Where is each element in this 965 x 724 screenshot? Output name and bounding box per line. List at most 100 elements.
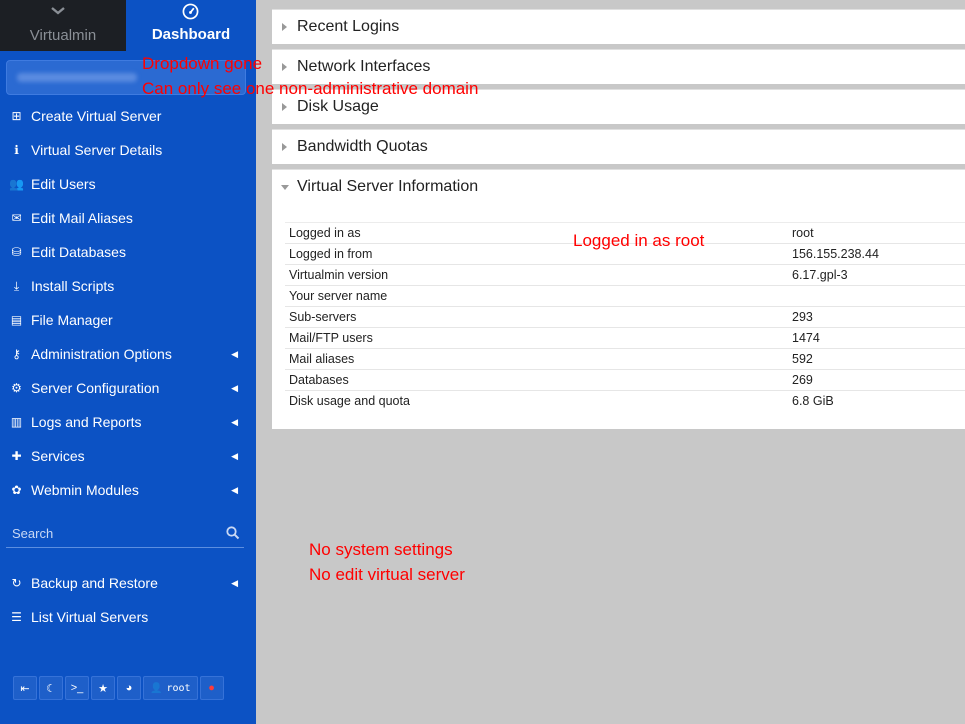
info-key: Mail aliases xyxy=(285,348,788,370)
search-input[interactable] xyxy=(6,520,206,547)
user-button[interactable]: 👤 root xyxy=(143,676,198,700)
sidebar-footer: ⇤ ☾ >_ ★ ◕ 👤 root ● xyxy=(13,676,224,700)
logout-icon[interactable]: ● xyxy=(199,676,224,700)
info-value: 156.155.238.44 xyxy=(788,243,965,265)
sidebar-item-edit-databases[interactable]: ⛁ Edit Databases xyxy=(0,235,256,269)
table-row: Virtualmin version 6.17.gpl-3 xyxy=(285,264,965,286)
info-value: 293 xyxy=(788,306,965,328)
caret-left-icon: ◀ xyxy=(231,383,238,393)
sidebar-item-list-virtual-servers[interactable]: ☰ List Virtual Servers xyxy=(0,600,256,634)
expand-triangle-icon xyxy=(282,143,287,151)
sidebar-item-label: Install Scripts xyxy=(31,278,115,294)
tab-dashboard[interactable]: Dashboard xyxy=(126,0,256,51)
info-key: Mail/FTP users xyxy=(285,327,788,349)
expand-triangle-icon xyxy=(282,63,287,71)
info-value: 269 xyxy=(788,369,965,391)
panel-title: Network Interfaces xyxy=(297,58,431,75)
info-value: 6.17.gpl-3 xyxy=(788,264,965,286)
sidebar-item-label: Create Virtual Server xyxy=(31,108,162,124)
sidebar-item-services[interactable]: ✚ Services ◀ xyxy=(0,439,256,473)
caret-left-icon: ◀ xyxy=(231,417,238,427)
info-key: Disk usage and quota xyxy=(285,390,788,411)
sidebar-item-label: Virtual Server Details xyxy=(31,142,163,158)
table-row: Databases 269 xyxy=(285,369,965,391)
sidebar-item-install-scripts[interactable]: ⤓ Install Scripts xyxy=(0,269,256,303)
sidebar-item-label: List Virtual Servers xyxy=(31,609,149,625)
table-row: Mail aliases 592 xyxy=(285,348,965,370)
sidebar-item-label: Edit Databases xyxy=(31,244,126,260)
users-icon: 👥 xyxy=(9,177,24,191)
info-key: Virtualmin version xyxy=(285,264,788,286)
chevron-down-icon xyxy=(51,7,65,15)
panel-bandwidth-quotas: Bandwidth Quotas xyxy=(272,129,965,164)
panel-header-recent-logins[interactable]: Recent Logins xyxy=(272,10,965,44)
info-value: 1474 xyxy=(788,327,965,349)
annotation-logged-in-root: Logged in as root xyxy=(573,231,705,250)
sidebar-item-create-virtual-server[interactable]: ⊞ Create Virtual Server xyxy=(0,99,256,133)
info-value xyxy=(788,285,965,307)
search-icon[interactable] xyxy=(226,526,240,540)
sidebar-item-edit-mail-aliases[interactable]: ✉ Edit Mail Aliases xyxy=(0,201,256,235)
sidebar-search xyxy=(6,520,244,548)
caret-left-icon: ◀ xyxy=(231,485,238,495)
sidebar-item-server-configuration[interactable]: ⚙ Server Configuration ◀ xyxy=(0,371,256,405)
sidebar-item-label: Webmin Modules xyxy=(31,482,139,498)
server-plus-icon: ⊞ xyxy=(11,109,22,123)
info-value: root xyxy=(788,222,965,244)
sidebar-item-backup-and-restore[interactable]: ↻ Backup and Restore ◀ xyxy=(0,566,256,600)
sidebar-item-label: Services xyxy=(31,448,85,464)
sidebar-item-label: File Manager xyxy=(31,312,113,328)
sidebar-item-administration-options[interactable]: ⚷ Administration Options ◀ xyxy=(0,337,256,371)
sidebar-item-label: Logs and Reports xyxy=(31,414,142,430)
table-row: Mail/FTP users 1474 xyxy=(285,327,965,349)
panel-recent-logins: Recent Logins xyxy=(272,9,965,44)
annotation-no-edit-virtual-server: No edit virtual server xyxy=(309,565,465,584)
expand-triangle-icon xyxy=(282,23,287,31)
user-icon: 👤 xyxy=(150,682,163,694)
sidebar-item-label: Administration Options xyxy=(31,346,172,362)
sidebar-item-label: Backup and Restore xyxy=(31,575,158,591)
info-value: 6.8 GiB xyxy=(788,390,965,411)
favorites-star-icon[interactable]: ★ xyxy=(91,676,115,700)
tab-virtualmin-label: Virtualmin xyxy=(29,27,97,44)
sidebar-item-logs-and-reports[interactable]: ▥ Logs and Reports ◀ xyxy=(0,405,256,439)
sidebar-top-tabs: Virtualmin Dashboard xyxy=(0,0,256,51)
user-name: root xyxy=(166,682,191,694)
tab-virtualmin[interactable]: Virtualmin xyxy=(0,0,126,51)
panel-header-virtual-server-information[interactable]: Virtual Server Information xyxy=(272,170,965,204)
file-text-icon: ▥ xyxy=(10,415,23,429)
panel-title: Virtual Server Information xyxy=(297,178,479,195)
sidebar-item-webmin-modules[interactable]: ✿ Webmin Modules ◀ xyxy=(0,473,256,507)
table-row: Your server name xyxy=(285,285,965,307)
caret-left-icon: ◀ xyxy=(231,349,238,359)
list-icon: ☰ xyxy=(11,610,22,624)
modules-icon: ✿ xyxy=(11,483,22,497)
terminal-icon[interactable]: >_ xyxy=(65,676,89,700)
info-key: Databases xyxy=(285,369,788,391)
caret-left-icon: ◀ xyxy=(231,578,238,588)
sidebar-item-label: Server Configuration xyxy=(31,380,160,396)
sidebar-item-file-manager[interactable]: ▤ File Manager xyxy=(0,303,256,337)
restore-icon: ↻ xyxy=(11,576,22,590)
tab-dashboard-label: Dashboard xyxy=(151,26,231,43)
sidebar-item-edit-users[interactable]: 👥 Edit Users xyxy=(0,167,256,201)
domain-name-redacted xyxy=(17,73,137,82)
info-value: 592 xyxy=(788,348,965,370)
night-mode-icon[interactable]: ☾ xyxy=(39,676,63,700)
expand-triangle-icon xyxy=(282,103,287,111)
collapse-sidebar-icon[interactable]: ⇤ xyxy=(13,676,37,700)
palette-icon[interactable]: ◕ xyxy=(117,676,141,700)
sidebar-menu: ⊞ Create Virtual Server ℹ Virtual Server De… xyxy=(0,99,256,507)
database-icon: ⛁ xyxy=(11,245,22,259)
puzzle-icon: ✚ xyxy=(11,449,22,463)
table-row: Disk usage and quota 6.8 GiB xyxy=(285,390,965,411)
collapse-triangle-icon xyxy=(281,185,289,190)
info-circle-icon: ℹ xyxy=(14,143,19,157)
panel-header-bandwidth-quotas[interactable]: Bandwidth Quotas xyxy=(272,130,965,164)
dashboard-gauge-icon xyxy=(182,3,199,20)
panel-title: Disk Usage xyxy=(297,98,379,115)
sidebar-item-virtual-server-details[interactable]: ℹ Virtual Server Details xyxy=(0,133,256,167)
sidebar-item-label: Edit Mail Aliases xyxy=(31,210,133,226)
table-row: Sub-servers 293 xyxy=(285,306,965,328)
info-key: Your server name xyxy=(285,285,788,307)
